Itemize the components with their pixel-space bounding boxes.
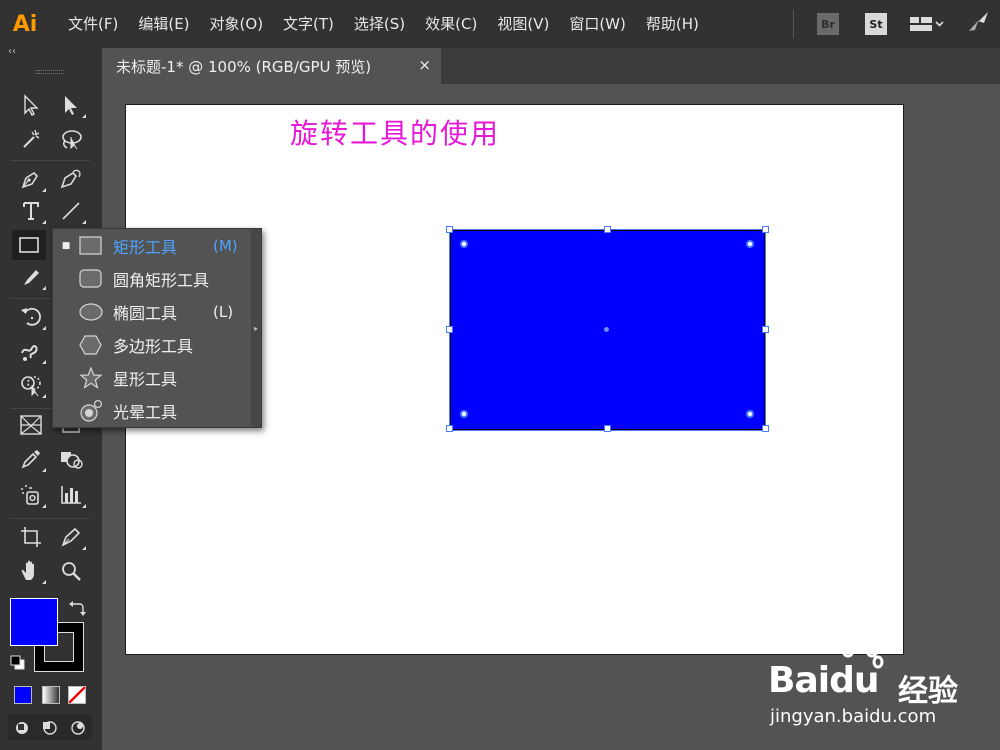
resize-handle-left[interactable] <box>446 326 453 333</box>
corner-radius-widget[interactable] <box>460 410 468 418</box>
menu-effect[interactable]: 效果(C) <box>415 0 487 48</box>
bridge-button[interactable]: Br <box>817 13 839 35</box>
panel-grip[interactable] <box>36 70 64 74</box>
baidu-logo: Baidu <box>768 660 879 701</box>
collapse-panel-icon[interactable]: ‹‹ <box>8 46 16 57</box>
magic-wand-icon[interactable] <box>14 124 48 154</box>
rotate-tool-icon[interactable] <box>14 302 48 332</box>
flyout-item-rectangle[interactable]: ■ 矩形工具 (M) <box>53 229 253 262</box>
menu-help[interactable]: 帮助(H) <box>636 0 709 48</box>
polygon-icon <box>79 334 113 356</box>
draw-modes-bar <box>8 714 92 740</box>
workspace-layout-icon[interactable] <box>910 16 944 32</box>
corner-radius-widget[interactable] <box>746 240 754 248</box>
line-segment-tool-icon[interactable] <box>54 196 88 226</box>
color-mode-button[interactable] <box>14 686 32 704</box>
star-icon <box>79 366 113 389</box>
ellipse-icon <box>79 302 113 322</box>
watermark-text: 经验 <box>898 674 958 709</box>
tab-strip <box>441 48 1000 84</box>
corner-radius-widget[interactable] <box>746 410 754 418</box>
none-mode-button[interactable] <box>68 686 86 704</box>
flyout-item-polygon[interactable]: 多边形工具 <box>53 328 253 361</box>
paintbrush-tool-icon[interactable] <box>14 262 48 292</box>
artboard-tool-icon[interactable] <box>14 522 48 552</box>
resize-handle-bottom-left[interactable] <box>446 425 453 432</box>
column-graph-icon[interactable] <box>54 480 88 510</box>
tear-off-handle[interactable]: ▸ <box>251 229 261 427</box>
selection-tool-icon[interactable] <box>14 90 48 120</box>
direct-selection-tool-icon[interactable] <box>54 90 88 120</box>
menu-window[interactable]: 窗口(W) <box>559 0 636 48</box>
shape-tools-flyout: ■ 矩形工具 (M) 圆角矩形工具 椭圆工具 (L) 多边形工具 星形工具 光晕… <box>52 228 262 428</box>
curvature-tool-icon[interactable] <box>54 164 88 194</box>
stock-button[interactable]: St <box>865 13 887 35</box>
menu-type[interactable]: 文字(T) <box>273 0 344 48</box>
artboard-title-text: 旋转工具的使用 <box>290 117 501 150</box>
menu-separator <box>793 10 794 38</box>
resize-handle-top[interactable] <box>604 226 611 233</box>
center-point <box>604 327 609 332</box>
document-tab[interactable]: 未标题-1* @ 100% (RGB/GPU 预览) × <box>103 48 441 84</box>
warp-tool-icon[interactable] <box>14 336 48 366</box>
toolbar-header: ‹‹ <box>0 46 102 62</box>
symbol-sprayer-icon[interactable] <box>14 480 48 510</box>
menu-bar: Ai 文件(F) 编辑(E) 对象(O) 文字(T) 选择(S) 效果(C) 视… <box>0 0 1000 48</box>
corner-radius-widget[interactable] <box>460 240 468 248</box>
slice-tool-icon[interactable] <box>54 522 88 552</box>
gradient-mode-button[interactable] <box>42 686 60 704</box>
rectangle-icon <box>79 235 113 256</box>
menu-file[interactable]: 文件(F) <box>58 0 128 48</box>
swap-colors-icon[interactable] <box>68 600 86 620</box>
resize-handle-top-right[interactable] <box>762 226 769 233</box>
zoom-tool-icon[interactable] <box>54 556 88 586</box>
menu-select[interactable]: 选择(S) <box>344 0 415 48</box>
rounded-rectangle-icon <box>79 268 113 289</box>
eyedropper-tool-icon[interactable] <box>14 444 48 474</box>
menu-view[interactable]: 视图(V) <box>487 0 559 48</box>
flyout-item-rounded-rectangle[interactable]: 圆角矩形工具 <box>53 262 253 295</box>
pen-tool-icon[interactable] <box>14 164 48 194</box>
fill-color-swatch[interactable] <box>10 598 58 646</box>
selected-check-icon: ■ <box>61 240 71 251</box>
rectangle-tool-icon[interactable] <box>12 230 46 260</box>
resize-handle-right[interactable] <box>762 326 769 333</box>
type-tool-icon[interactable] <box>14 196 48 226</box>
menu-edit[interactable]: 编辑(E) <box>128 0 199 48</box>
close-tab-icon[interactable]: × <box>418 56 431 74</box>
blend-tool-icon[interactable] <box>54 444 88 474</box>
default-colors-icon[interactable] <box>10 655 26 675</box>
flyout-item-flare[interactable]: 光晕工具 <box>53 394 253 427</box>
hand-tool-icon[interactable] <box>14 556 48 586</box>
resize-handle-bottom[interactable] <box>604 425 611 432</box>
menu-object[interactable]: 对象(O) <box>200 0 274 48</box>
shape-builder-tool-icon[interactable] <box>14 370 48 400</box>
watermark-url: jingyan.baidu.com <box>770 706 937 727</box>
flyout-item-ellipse[interactable]: 椭圆工具 (L) <box>53 295 253 328</box>
lasso-icon[interactable] <box>54 124 88 154</box>
resize-handle-bottom-right[interactable] <box>762 425 769 432</box>
feather-send-icon[interactable] <box>966 9 992 39</box>
baidu-watermark: Baidu 经验 jingyan.baidu.com <box>768 640 988 740</box>
resize-handle-top-left[interactable] <box>446 226 453 233</box>
perspective-grid-icon[interactable] <box>14 410 48 440</box>
app-logo: Ai <box>12 11 38 37</box>
document-tab-title: 未标题-1* @ 100% (RGB/GPU 预览) <box>116 57 372 76</box>
flare-icon <box>79 399 113 423</box>
flyout-item-star[interactable]: 星形工具 <box>53 361 253 394</box>
